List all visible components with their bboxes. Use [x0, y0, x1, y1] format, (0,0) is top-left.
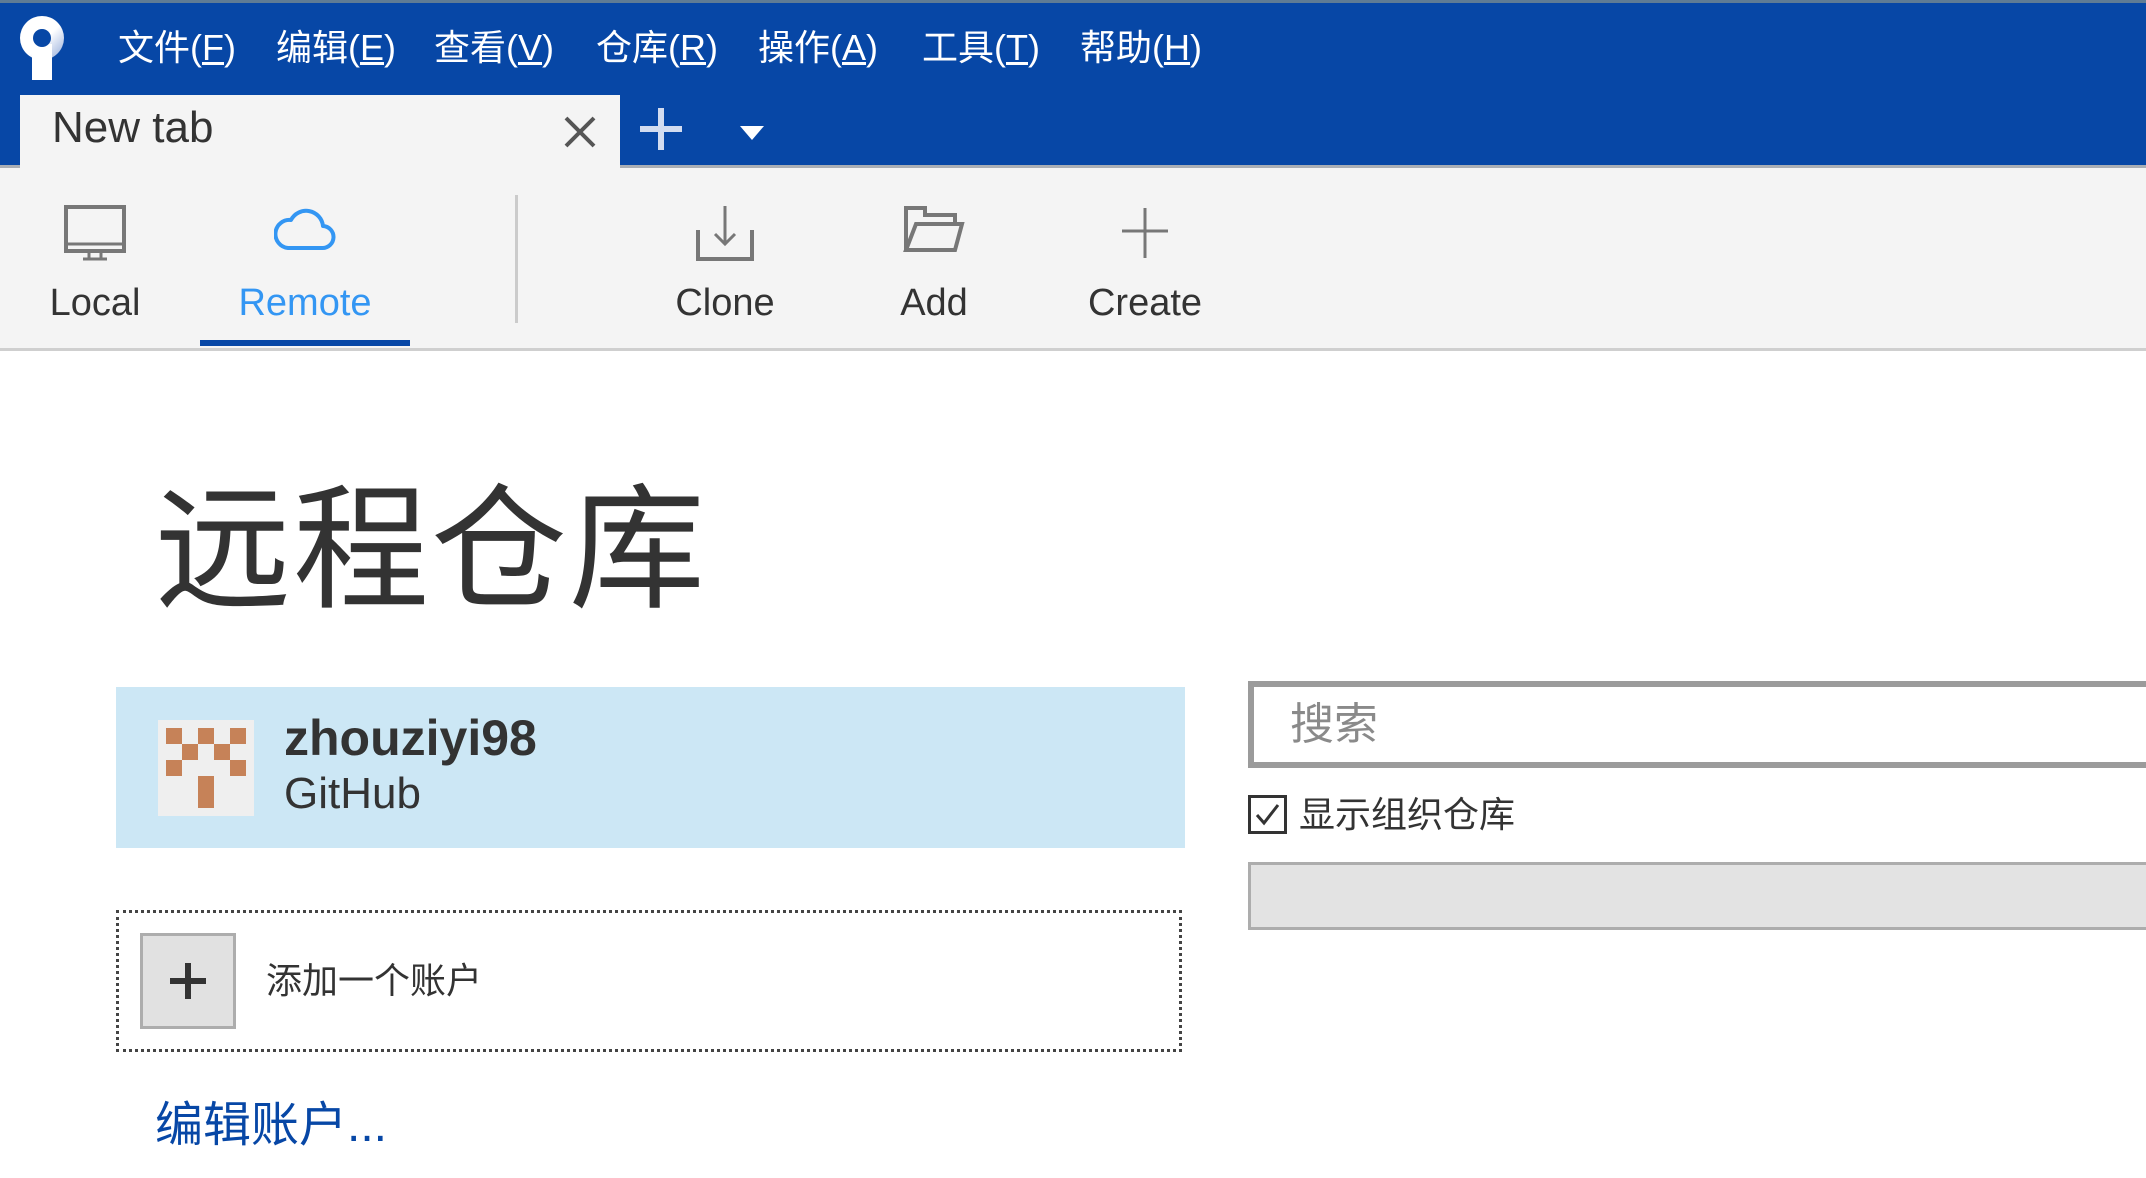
add-button[interactable]: Add	[874, 168, 994, 348]
monitor-icon	[63, 204, 127, 269]
menu-edit[interactable]: 编辑(E)	[276, 22, 396, 74]
remote-selected-indicator	[200, 340, 410, 346]
tab-label: New tab	[52, 103, 214, 152]
menu-tools[interactable]: 工具(T)	[922, 22, 1040, 74]
local-label: Local	[49, 282, 141, 324]
menu-mnemonic: F	[202, 27, 224, 68]
add-account-button[interactable]	[140, 933, 236, 1029]
menu-mnemonic: H	[1164, 27, 1190, 68]
menu-repository[interactable]: 仓库(R)	[596, 22, 718, 74]
create-button[interactable]: Create	[1075, 168, 1215, 348]
cloud-icon	[273, 204, 336, 259]
clone-button[interactable]: Clone	[655, 168, 795, 348]
menu-mnemonic: E	[360, 27, 385, 68]
local-button[interactable]: Local	[30, 168, 160, 348]
search-input[interactable]	[1248, 681, 2146, 768]
download-icon	[695, 204, 755, 269]
toolbar-divider	[515, 195, 518, 323]
menu-view[interactable]: 查看(V)	[434, 22, 554, 74]
caret-down-icon[interactable]	[740, 126, 764, 142]
clone-label: Clone	[675, 282, 775, 324]
edit-accounts-link[interactable]: 编辑账户...	[155, 1096, 387, 1156]
menu-file[interactable]: 文件(F)	[118, 22, 236, 74]
account-username: zhouziyi98	[284, 710, 537, 766]
sourcetree-logo-icon	[18, 14, 68, 80]
show-org-repos-label[interactable]: 显示组织仓库	[1299, 790, 1515, 840]
show-org-repos-checkbox[interactable]	[1248, 795, 1287, 834]
account-item[interactable]	[116, 687, 1185, 848]
menu-mnemonic: V	[518, 27, 543, 68]
remote-label: Remote	[238, 282, 372, 324]
plus-icon	[1120, 204, 1170, 265]
menu-mnemonic: T	[1006, 27, 1028, 68]
menu-help[interactable]: 帮助(H)	[1080, 22, 1202, 74]
plus-icon[interactable]	[638, 106, 684, 152]
close-icon[interactable]	[560, 112, 600, 152]
account-provider: GitHub	[284, 769, 421, 818]
toolbar-border	[0, 348, 2146, 351]
menu-actions[interactable]: 操作(A)	[758, 22, 878, 74]
repository-list-header	[1248, 862, 2146, 930]
create-label: Create	[1087, 282, 1203, 324]
menu-mnemonic: A	[842, 27, 867, 68]
avatar	[158, 720, 254, 816]
add-account-label: 添加一个账户	[266, 960, 483, 1001]
folder-open-icon	[903, 204, 965, 259]
page-title: 远程仓库	[155, 474, 707, 626]
add-label: Add	[900, 282, 968, 324]
identicon	[166, 728, 246, 808]
plus-icon	[170, 963, 206, 999]
checkmark-icon	[1255, 804, 1280, 826]
remote-button[interactable]: Remote	[200, 168, 410, 348]
menu-mnemonic: R	[680, 27, 706, 68]
